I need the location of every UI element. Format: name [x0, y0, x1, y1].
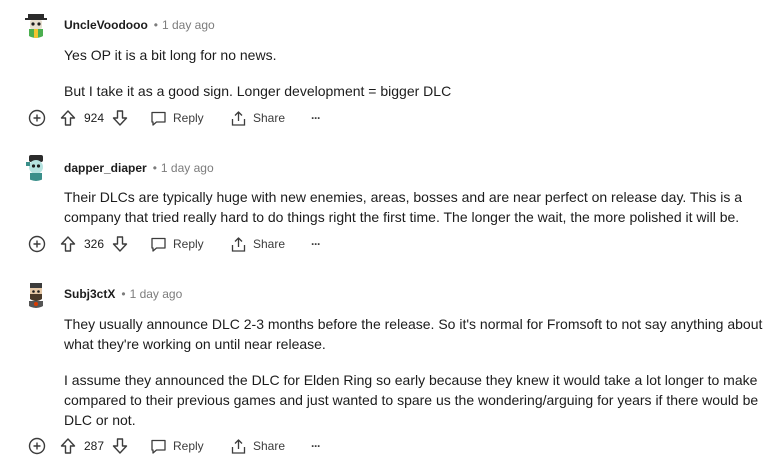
vote-score: 924 [84, 111, 105, 125]
share-button[interactable]: Share [230, 434, 285, 458]
share-icon [231, 110, 246, 126]
username[interactable]: UncleVoodooo [64, 18, 148, 32]
upvote-button[interactable] [60, 434, 76, 458]
reply-label: Reply [173, 111, 204, 125]
teal-avatar-icon [22, 153, 50, 181]
comment-bubble-icon [151, 111, 166, 126]
upvote-arrow-icon [60, 236, 76, 252]
username[interactable]: dapper_diaper [64, 161, 147, 175]
share-button[interactable]: Share [230, 232, 285, 256]
username[interactable]: Subj3ctX [64, 287, 115, 301]
bearded-avatar-icon [22, 280, 50, 308]
ellipsis-icon: ··· [311, 111, 321, 125]
comment-bubble-icon [151, 439, 166, 454]
share-label: Share [253, 439, 286, 453]
expand-thread-button[interactable] [28, 434, 46, 458]
avatar[interactable] [22, 10, 50, 38]
share-icon [231, 236, 246, 252]
comment-meta: dapper_diaper • 1 day ago [64, 158, 214, 178]
share-button[interactable]: Share [230, 106, 285, 130]
avatar[interactable] [22, 153, 50, 181]
plus-circle-icon [28, 437, 46, 455]
downvote-button[interactable] [112, 106, 128, 130]
reply-button[interactable]: Reply [150, 106, 204, 130]
comment-text: I assume they announced the DLC for Elde… [64, 372, 759, 428]
comment-text: Yes OP it is a bit long for no news. [64, 47, 277, 63]
comment-actions: 326 Reply Share ··· [0, 232, 784, 256]
plus-circle-icon [28, 235, 46, 253]
upvote-button[interactable] [60, 232, 76, 256]
reply-label: Reply [173, 237, 204, 251]
comment-meta: UncleVoodooo • 1 day ago [64, 15, 215, 35]
upvote-arrow-icon [60, 110, 76, 126]
more-options-button[interactable]: ··· [311, 434, 321, 458]
separator-dot: • [153, 18, 158, 32]
downvote-arrow-icon [112, 438, 128, 454]
ellipsis-icon: ··· [311, 237, 321, 251]
comment-actions: 924 Reply Share ··· [0, 106, 784, 130]
separator-dot: • [152, 161, 157, 175]
upvote-arrow-icon [60, 438, 76, 454]
timestamp[interactable]: 1 day ago [162, 18, 215, 32]
timestamp[interactable]: 1 day ago [130, 287, 183, 301]
downvote-button[interactable] [112, 232, 128, 256]
green-hat-avatar-icon [22, 10, 50, 38]
comment-meta: Subj3ctX • 1 day ago [64, 284, 182, 304]
expand-thread-button[interactable] [28, 232, 46, 256]
comment-text: But I take it as a good sign. Longer dev… [64, 83, 452, 99]
downvote-arrow-icon [112, 110, 128, 126]
upvote-button[interactable] [60, 106, 76, 130]
plus-circle-icon [28, 109, 46, 127]
downvote-button[interactable] [112, 434, 128, 458]
expand-thread-button[interactable] [28, 106, 46, 130]
more-options-button[interactable]: ··· [311, 232, 321, 256]
vote-score: 287 [84, 439, 105, 453]
share-icon [231, 438, 246, 454]
separator-dot: • [121, 287, 126, 301]
comment-bubble-icon [151, 237, 166, 252]
reply-label: Reply [173, 439, 204, 453]
timestamp[interactable]: 1 day ago [161, 161, 214, 175]
share-label: Share [253, 111, 286, 125]
comment-text: They usually announce DLC 2-3 months bef… [64, 316, 763, 352]
ellipsis-icon: ··· [311, 439, 321, 453]
avatar[interactable] [22, 280, 50, 308]
comment-text: Their DLCs are typically huge with new e… [64, 189, 743, 225]
vote-score: 326 [84, 237, 105, 251]
downvote-arrow-icon [112, 236, 128, 252]
comment-actions: 287 Reply Share ··· [0, 434, 784, 458]
more-options-button[interactable]: ··· [311, 106, 321, 130]
reply-button[interactable]: Reply [150, 434, 204, 458]
share-label: Share [253, 237, 286, 251]
reply-button[interactable]: Reply [150, 232, 204, 256]
